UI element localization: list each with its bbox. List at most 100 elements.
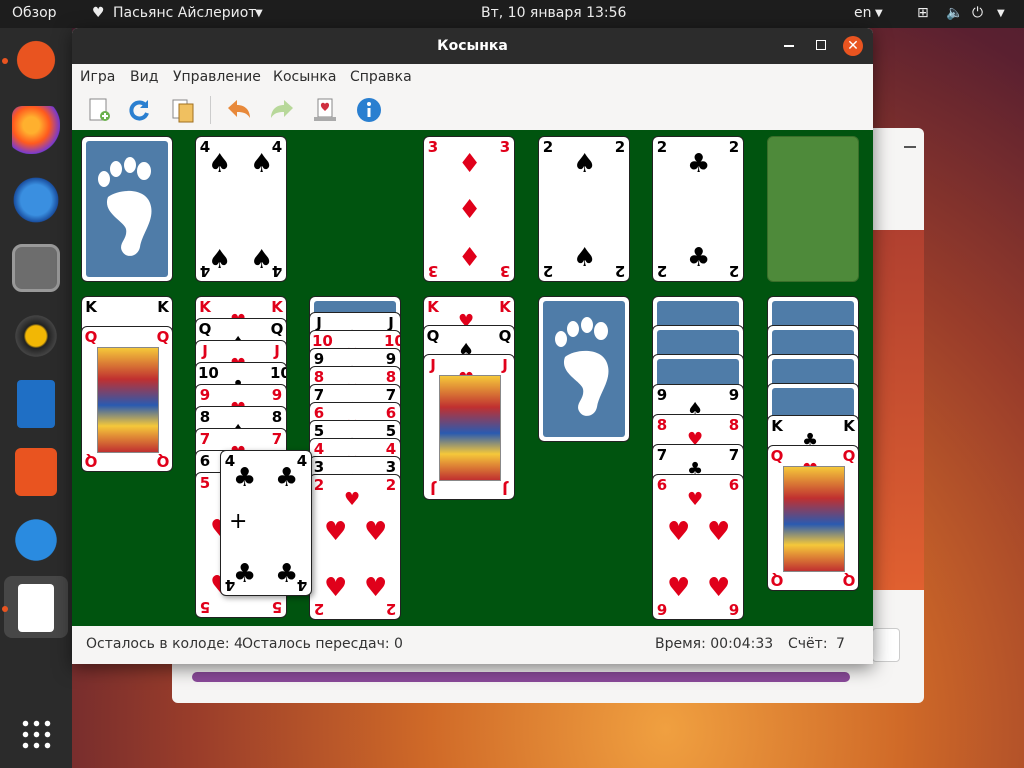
card-rank: 7	[656, 446, 668, 464]
column-5-facedown[interactable]	[538, 296, 630, 442]
minimize-icon[interactable]	[784, 45, 794, 47]
card-rank: 2	[656, 138, 668, 156]
network-icon[interactable]: ⊞	[917, 5, 929, 21]
stock-pile[interactable]	[81, 136, 173, 282]
card-rank: 2	[728, 262, 740, 280]
software-icon[interactable]	[15, 448, 57, 496]
card-rank: K	[771, 417, 783, 435]
dragged-card[interactable]: 4 4 4 4 ♣ ♣ ♣ ♣ +	[220, 450, 312, 596]
foundation-4-empty[interactable]	[767, 136, 859, 282]
solitaire-icon[interactable]	[18, 584, 54, 632]
minimize-icon[interactable]	[904, 146, 916, 148]
card-rank: Q	[842, 571, 856, 589]
info-icon[interactable]	[356, 97, 382, 123]
app-menu-button[interactable]: Пасьянс Айслериот	[113, 5, 256, 21]
gnome-foot-icon	[98, 157, 152, 256]
card-rank: Q	[498, 327, 512, 345]
card-rank: 2	[313, 600, 325, 618]
card-rank: 3	[385, 458, 397, 476]
files-icon[interactable]	[12, 244, 60, 292]
redo-icon[interactable]	[269, 97, 295, 123]
writer-icon[interactable]	[17, 380, 55, 428]
card-rank: J	[202, 342, 208, 360]
menu-klondike[interactable]: Косынка	[273, 69, 336, 85]
card-rank: 4	[385, 440, 397, 458]
maximize-icon[interactable]	[816, 40, 826, 50]
close-icon[interactable]: ✕	[843, 36, 863, 56]
activities-button[interactable]: Обзор	[12, 5, 57, 21]
volume-icon[interactable]: 🔈	[946, 5, 963, 21]
game-table[interactable]: 4 4 4 4 ♠ ♠ ♠ ♠ 3 3 3 3 ♦ ♦ ♦ 2 2 2 2 ♠ …	[72, 130, 873, 626]
running-indicator	[2, 58, 8, 64]
spade-pip: ♠	[250, 245, 274, 275]
suit-pip: ♥	[324, 573, 348, 603]
thunderbird-icon[interactable]	[12, 176, 60, 224]
power-icon[interactable]: ⏻	[972, 5, 983, 21]
restart-icon[interactable]	[126, 97, 152, 123]
card-rank: J	[502, 480, 508, 498]
menu-help[interactable]: Справка	[350, 69, 412, 85]
foundation-2[interactable]: 2 2 2 2 ♠ ♠	[538, 136, 630, 282]
card-rank: 3	[313, 458, 325, 476]
club-pip: ♣	[687, 149, 711, 179]
club-pip: ♣	[275, 559, 299, 589]
tableau-card[interactable]: QQ♥QQ	[767, 445, 859, 591]
card-rank: J	[430, 480, 436, 498]
rhythmbox-icon[interactable]	[12, 312, 60, 360]
menu-control[interactable]: Управление	[173, 69, 261, 85]
tableau-card[interactable]: 6 6 ♥ 6 6 ♥ ♥ ♥ ♥	[652, 474, 744, 620]
tableau-card[interactable]: 2 2 ♥ 2 2 ♥ ♥ ♥ ♥	[309, 474, 401, 620]
new-game-icon[interactable]	[86, 97, 112, 123]
foundation-3[interactable]: 2 2 2 2 ♣ ♣	[652, 136, 744, 282]
foundation-1[interactable]: 3 3 3 3 ♦ ♦ ♦	[423, 136, 515, 282]
clock-button[interactable]: Вт, 10 января 13:56	[481, 5, 626, 21]
card-rank: 2	[313, 476, 325, 494]
card-rank: Q	[198, 320, 212, 338]
column-1-top-card[interactable]: Q Q Q Q	[81, 326, 173, 472]
card-rank: 6	[385, 404, 397, 422]
suit-pip: ♥	[364, 573, 388, 603]
status-bar: Осталось в колоде: 4 Осталось пересдач: …	[72, 626, 873, 664]
waste-pile-card[interactable]: 4 4 4 4 ♠ ♠ ♠ ♠	[195, 136, 287, 282]
help-icon[interactable]	[12, 516, 60, 564]
undo-icon[interactable]	[226, 97, 252, 123]
card-rank: Q	[426, 327, 440, 345]
background-window-content	[870, 230, 924, 590]
card-rank: 9	[728, 386, 740, 404]
card-rank: 2	[728, 138, 740, 156]
card-rank: Q	[156, 452, 170, 470]
running-indicator	[2, 606, 8, 612]
card-rank: K	[199, 298, 211, 316]
toolbar	[72, 90, 873, 130]
menu-game[interactable]: Игра	[80, 69, 115, 85]
spade-pip: ♠	[208, 149, 232, 179]
bg-button[interactable]	[872, 628, 900, 662]
dock	[0, 28, 72, 768]
spade-pip: ♠	[573, 243, 597, 273]
card-rank: K	[271, 298, 283, 316]
card-rank: 6	[728, 476, 740, 494]
menu-view[interactable]: Вид	[130, 69, 158, 85]
ubuntu-software-center-icon[interactable]	[12, 36, 60, 84]
card-rank: 8	[199, 408, 211, 426]
menu-bar: Игра Вид Управление Косынка Справка	[72, 64, 873, 90]
card-rank: 10	[384, 332, 400, 350]
queen-face-icon	[97, 347, 159, 453]
tableau-card[interactable]: JJ♥JJ	[423, 354, 515, 500]
language-button[interactable]: en	[854, 5, 872, 21]
card-rank: Q	[84, 452, 98, 470]
card-rank: Q	[770, 447, 784, 465]
suit-pip: ♥	[324, 517, 348, 547]
select-game-icon[interactable]	[170, 97, 196, 123]
card-rank: 10	[270, 364, 286, 382]
card-rank: K	[85, 298, 97, 316]
top-bar: Обзор ♥ Пасьянс Айслериот ▼ Вт, 10 январ…	[0, 0, 1024, 28]
firefox-icon[interactable]	[12, 106, 60, 154]
solitaire-window: Косынка ✕ Игра Вид Управление Косынка Сп…	[72, 28, 873, 664]
hint-icon[interactable]	[312, 97, 338, 123]
card-rank: 9	[385, 350, 397, 368]
club-pip: ♣	[687, 243, 711, 273]
deck-remaining: Осталось в колоде: 4	[86, 636, 243, 652]
show-apps-icon[interactable]	[20, 718, 52, 750]
title-bar[interactable]: Косынка ✕	[72, 28, 873, 64]
